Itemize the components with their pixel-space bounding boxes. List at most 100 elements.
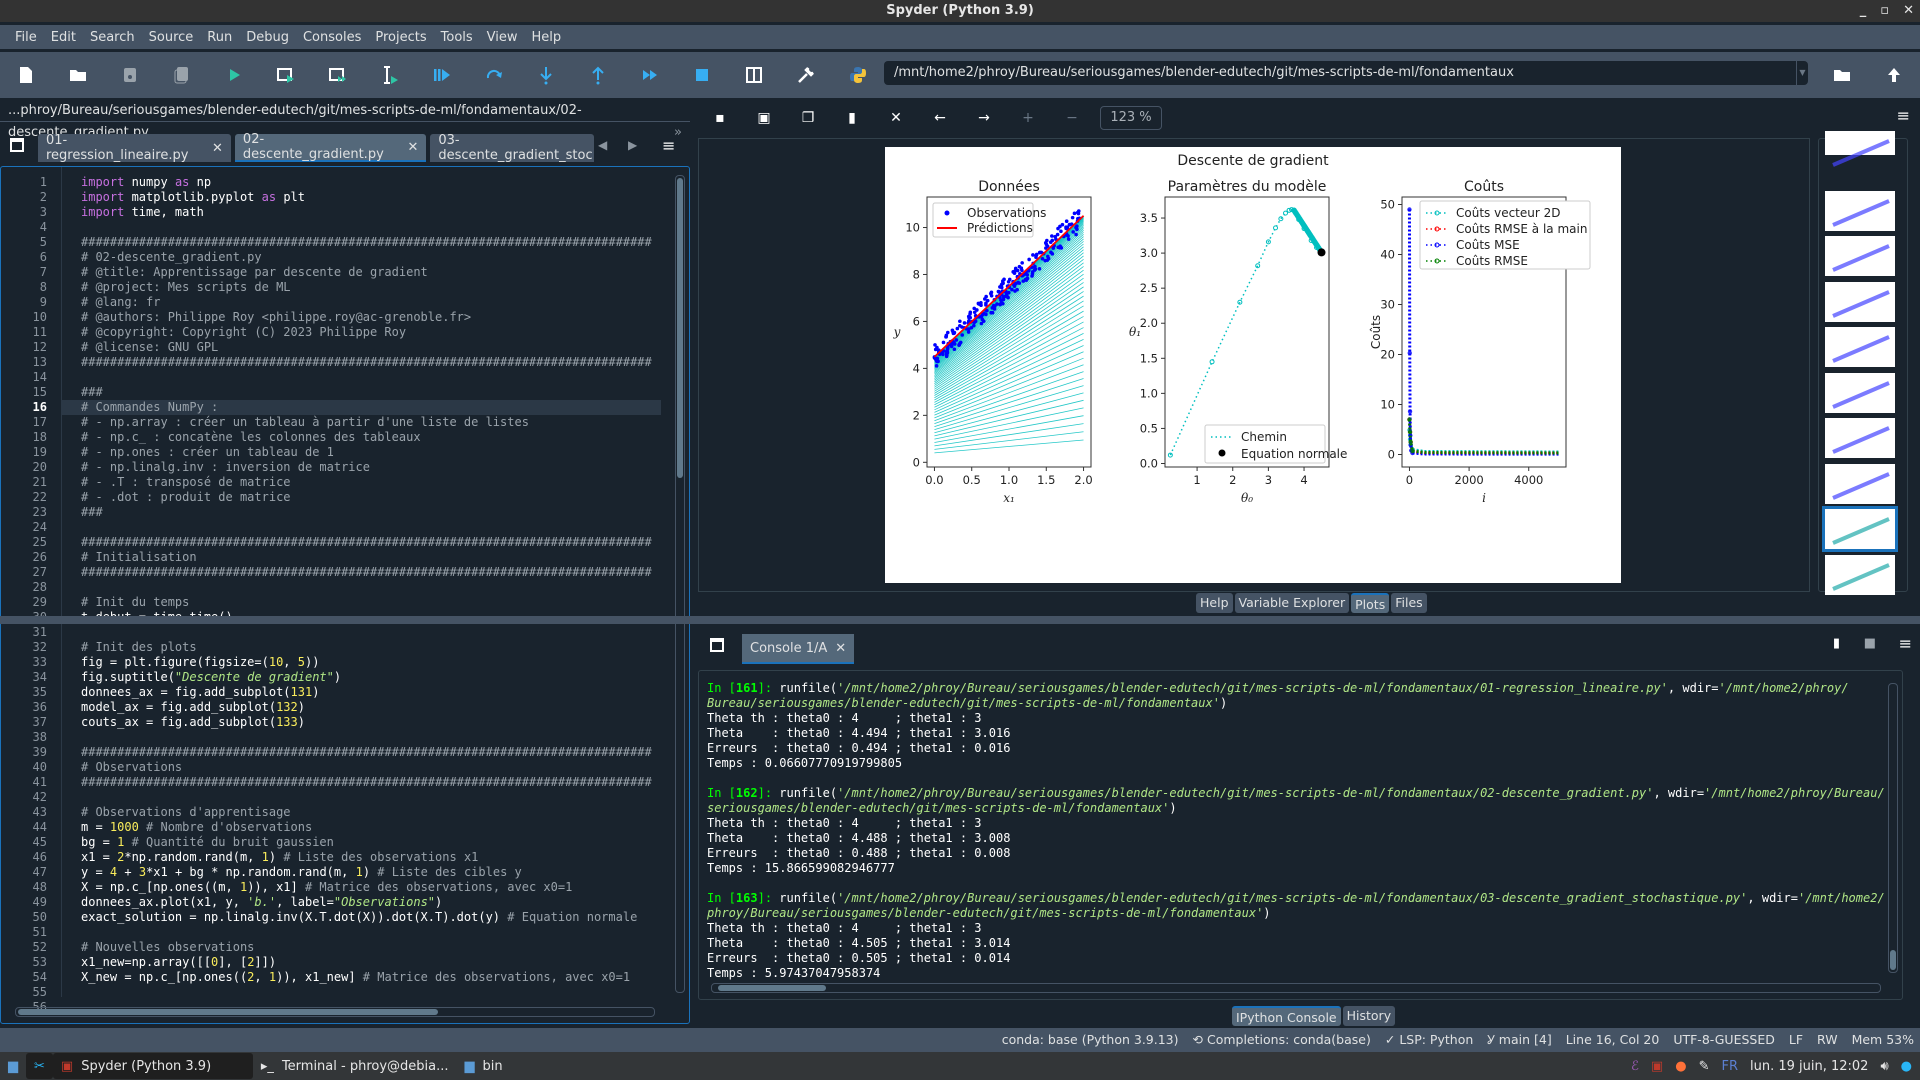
run-button[interactable] bbox=[208, 57, 260, 93]
show-desktop-button[interactable]: ▆ bbox=[0, 1053, 26, 1079]
menu-projects[interactable]: Projects bbox=[375, 30, 426, 45]
save-all-button[interactable] bbox=[156, 57, 208, 93]
console-vertical-scrollbar[interactable] bbox=[1888, 683, 1898, 973]
code-line[interactable] bbox=[62, 625, 661, 640]
open-file-button[interactable] bbox=[52, 57, 104, 93]
ipython-console[interactable]: In [161]: runfile('/mnt/home2/phroy/Bure… bbox=[698, 670, 1903, 1000]
pane-splitter[interactable] bbox=[0, 616, 1920, 624]
menu-debug[interactable]: Debug bbox=[246, 30, 289, 45]
code-line[interactable]: # - np.array : créer un tableau à partir… bbox=[62, 415, 661, 430]
code-line[interactable]: ### bbox=[62, 385, 661, 400]
plots-options-icon[interactable]: ≡ bbox=[1897, 106, 1910, 125]
status-conda-env[interactable]: conda: base (Python 3.9.13) bbox=[1002, 1028, 1179, 1052]
network-icon[interactable]: ✎ bbox=[1699, 1059, 1710, 1074]
code-line[interactable]: ########################################… bbox=[62, 235, 661, 250]
code-line[interactable]: import matplotlib.pyplot as plt bbox=[62, 190, 661, 205]
plot-thumbnail[interactable] bbox=[1825, 131, 1895, 167]
code-line[interactable]: # - np.c_ : concatène les colonnes des t… bbox=[62, 430, 661, 445]
code-line[interactable]: ########################################… bbox=[62, 565, 661, 580]
chevron-down-icon[interactable]: ▼ bbox=[1796, 61, 1808, 85]
code-line[interactable] bbox=[62, 580, 661, 595]
editor-vertical-scrollbar[interactable] bbox=[675, 175, 685, 993]
menu-tools[interactable]: Tools bbox=[441, 30, 473, 45]
plot-thumbnail[interactable] bbox=[1825, 372, 1895, 413]
plot-zoom-level[interactable]: 123 % bbox=[1100, 106, 1162, 130]
tab-plots[interactable]: Plots bbox=[1351, 593, 1390, 613]
debug-button[interactable] bbox=[416, 57, 468, 93]
tab-variable-explorer[interactable]: Variable Explorer bbox=[1234, 593, 1350, 613]
step-return-button[interactable] bbox=[572, 57, 624, 93]
task-bin[interactable]: ▆ bin bbox=[457, 1053, 511, 1079]
code-line[interactable]: x1 = 2*np.random.rand(m, 1) # Liste des … bbox=[62, 850, 661, 865]
code-line[interactable]: # @project: Mes scripts de ML bbox=[62, 280, 661, 295]
parent-directory-button[interactable] bbox=[1868, 57, 1920, 93]
editor-options-icon[interactable]: ≡ bbox=[662, 136, 675, 155]
code-line[interactable]: # 02-descente_gradient.py bbox=[62, 250, 661, 265]
tab-03-descente-gradient-stochastique[interactable]: 03-descente_gradient_stoc bbox=[430, 134, 594, 162]
code-line[interactable] bbox=[62, 220, 661, 235]
code-line[interactable]: # @copyright: Copyright (C) 2023 Philipp… bbox=[62, 325, 661, 340]
run-cell-advance-button[interactable] bbox=[312, 57, 364, 93]
code-line[interactable]: # Commandes NumPy : bbox=[62, 400, 661, 415]
code-line[interactable] bbox=[62, 925, 661, 940]
pythonpath-button[interactable] bbox=[832, 57, 884, 93]
save-plot-button[interactable]: ▪ bbox=[698, 103, 742, 133]
code-line[interactable]: X = np.c_[np.ones((m, 1)), x1] # Matrice… bbox=[62, 880, 661, 895]
remove-all-plots-button[interactable]: ✕ bbox=[874, 103, 918, 133]
status-completions[interactable]: ⟲ Completions: conda(base) bbox=[1193, 1028, 1371, 1052]
copy-plot-button[interactable]: ❐ bbox=[786, 103, 830, 133]
code-line[interactable]: # - .T : transposé de matrice bbox=[62, 475, 661, 490]
console-options-icon[interactable]: ≡ bbox=[1899, 634, 1912, 653]
menu-edit[interactable]: Edit bbox=[51, 30, 76, 45]
step-into-button[interactable] bbox=[520, 57, 572, 93]
zoom-in-button[interactable]: + bbox=[1006, 103, 1050, 133]
plot-thumbnail[interactable] bbox=[1825, 281, 1895, 322]
tab-ipython-console[interactable]: IPython Console bbox=[1232, 1006, 1341, 1026]
code-line[interactable] bbox=[62, 730, 661, 745]
plot-thumbnail[interactable] bbox=[1825, 236, 1895, 276]
code-line[interactable]: # Observations bbox=[62, 760, 661, 775]
tab-01-regression-lineaire[interactable]: 01-regression_lineaire.py ✕ bbox=[38, 133, 231, 163]
status-lsp[interactable]: ✓ LSP: Python bbox=[1385, 1028, 1473, 1052]
code-line[interactable]: # @lang: fr bbox=[62, 295, 661, 310]
code-line[interactable] bbox=[62, 370, 661, 385]
plot-thumbnail[interactable] bbox=[1825, 463, 1895, 504]
code-line[interactable]: # Init des plots bbox=[62, 640, 661, 655]
keyboard-layout[interactable]: FR bbox=[1721, 1059, 1738, 1074]
code-line[interactable]: fig.suptitle("Descente de gradient") bbox=[62, 670, 661, 685]
code-line[interactable]: y = 4 + 3*x1 + bg * np.random.rand(m, 1)… bbox=[62, 865, 661, 880]
code-line[interactable]: ########################################… bbox=[62, 535, 661, 550]
code-line[interactable]: # Observations d'apprentisage bbox=[62, 805, 661, 820]
preferences-button[interactable] bbox=[780, 57, 832, 93]
code-line[interactable]: # @title: Apprentissage par descente de … bbox=[62, 265, 661, 280]
run-cell-button[interactable] bbox=[260, 57, 312, 93]
tab-files[interactable]: Files bbox=[1391, 593, 1427, 613]
code-line[interactable]: exact_solution = np.linalg.inv(X.T.dot(X… bbox=[62, 910, 661, 925]
code-line[interactable] bbox=[62, 520, 661, 535]
clear-console-icon[interactable]: ▮ bbox=[1833, 636, 1840, 651]
code-line[interactable]: # - .dot : produit de matrice bbox=[62, 490, 661, 505]
plot-thumbnail[interactable] bbox=[1825, 418, 1895, 458]
code-line[interactable] bbox=[62, 790, 661, 805]
browse-tabs-icon[interactable] bbox=[10, 138, 24, 152]
close-icon[interactable]: ✕ bbox=[835, 641, 846, 656]
stop-button[interactable] bbox=[676, 57, 728, 93]
plot-thumbnail[interactable] bbox=[1822, 506, 1898, 552]
console-horizontal-scrollbar[interactable] bbox=[711, 983, 1881, 993]
code-line[interactable] bbox=[62, 985, 661, 997]
close-icon[interactable]: ✕ bbox=[212, 141, 223, 156]
code-line[interactable]: # @license: GNU GPL bbox=[62, 340, 661, 355]
editor-horizontal-scrollbar[interactable] bbox=[15, 1007, 655, 1017]
menu-source[interactable]: Source bbox=[149, 30, 194, 45]
menu-file[interactable]: File bbox=[15, 30, 37, 45]
plot-viewer[interactable]: Descente de gradient Données 0.0 0.5 1.0 1.5 2… bbox=[698, 138, 1810, 592]
continue-button[interactable] bbox=[624, 57, 676, 93]
plot-thumbnail[interactable] bbox=[1825, 327, 1895, 367]
code-line[interactable]: ### bbox=[62, 505, 661, 520]
code-line[interactable]: ########################################… bbox=[62, 775, 661, 790]
code-line[interactable]: fig = plt.figure(figsize=(10, 5)) bbox=[62, 655, 661, 670]
step-button[interactable] bbox=[468, 57, 520, 93]
scroll-tabs-right-icon[interactable]: ▶ bbox=[628, 138, 637, 152]
task-terminal[interactable]: ▸_ Terminal - phroy@debia... bbox=[253, 1053, 457, 1079]
tab-console-1a[interactable]: Console 1/A ✕ bbox=[742, 634, 855, 664]
